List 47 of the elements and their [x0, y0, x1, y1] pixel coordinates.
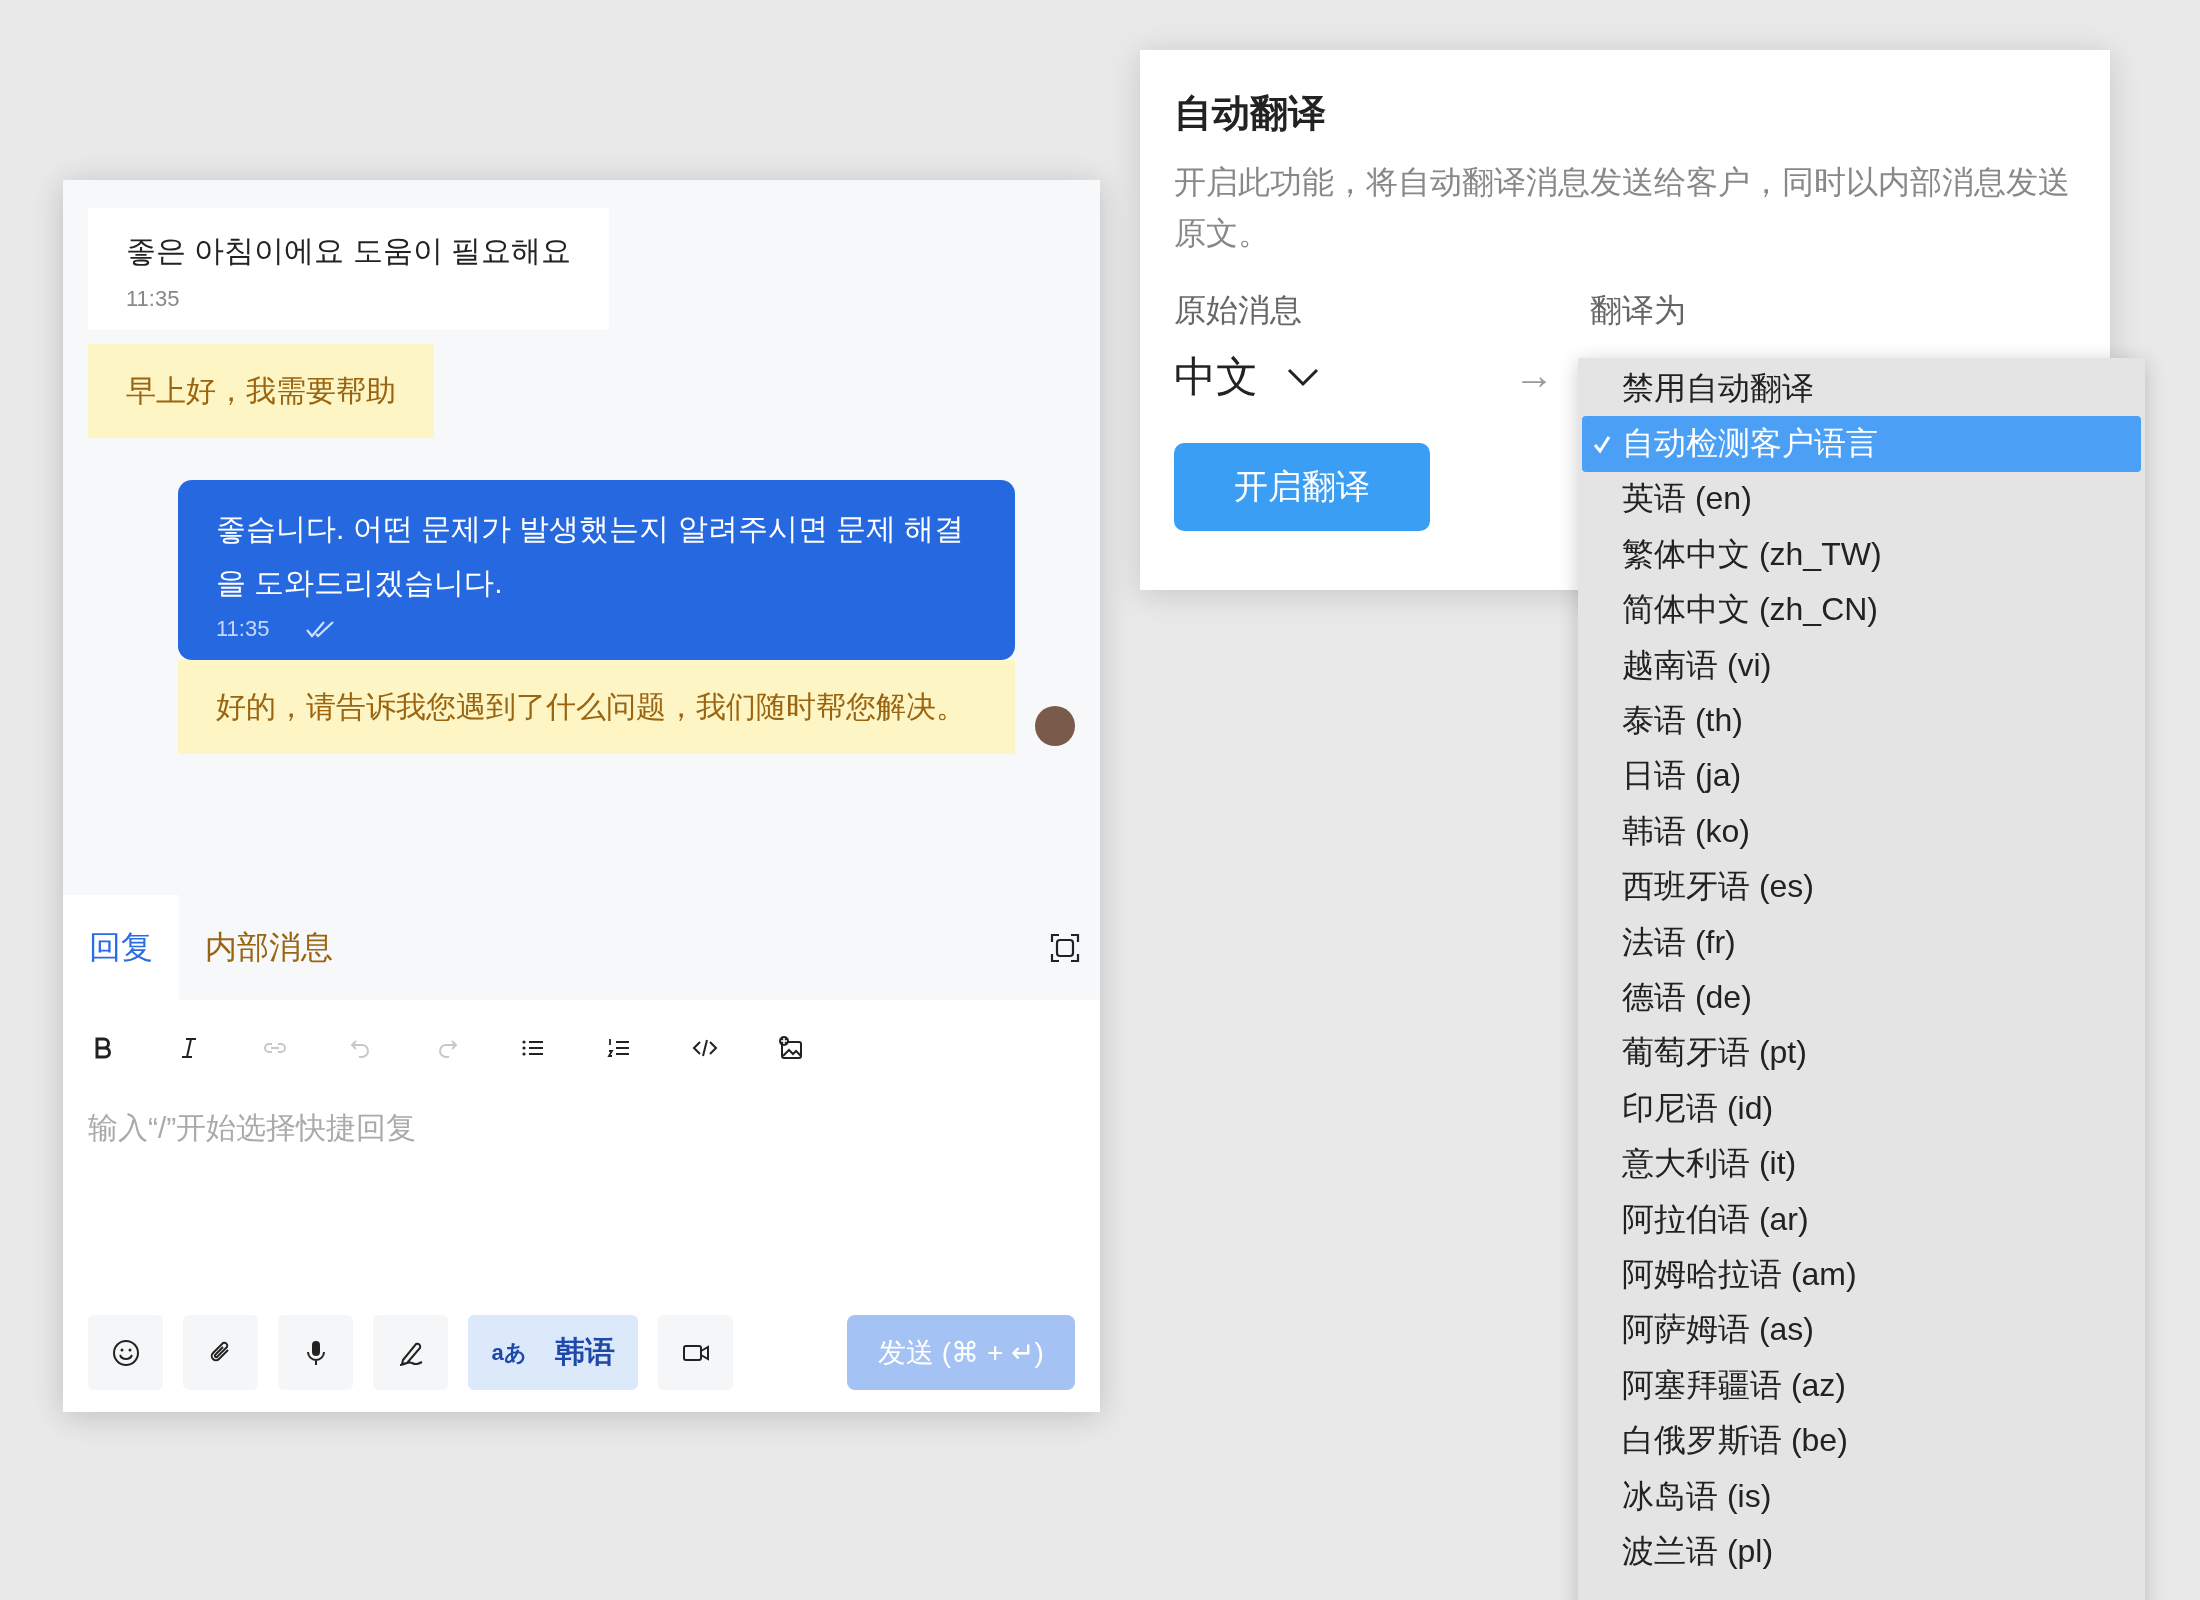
message-time: 11:35	[126, 286, 181, 312]
language-option[interactable]: 葡萄牙语 (pt)	[1582, 1025, 2141, 1082]
avatar	[1035, 706, 1075, 746]
panel-title: 自动翻译	[1174, 91, 1327, 136]
language-option[interactable]: 德语 (de)	[1582, 970, 2141, 1026]
smiley-icon	[110, 1337, 141, 1368]
language-option[interactable]: 印尼语 (id)	[1582, 1081, 2141, 1137]
image-add-icon[interactable]	[778, 1035, 804, 1061]
panel-description: 开启此功能，将自动翻译消息发送给客户，同时以内部消息发送原文。	[1174, 163, 2071, 254]
language-option[interactable]: 法语 (fr)	[1582, 914, 2141, 971]
voice-button[interactable]	[278, 1315, 353, 1390]
language-option[interactable]: 韩语 (ko)	[1582, 804, 2141, 860]
emoji-button[interactable]	[88, 1315, 163, 1390]
source-language-select[interactable]: 中文	[1174, 349, 1320, 406]
language-option[interactable]: 白俄罗斯语 (be)	[1582, 1413, 2141, 1469]
language-option[interactable]: 阿萨姆语 (as)	[1582, 1302, 2141, 1359]
language-option[interactable]: 简体中文 (zh_CN)	[1582, 582, 2141, 638]
video-button[interactable]	[658, 1315, 733, 1390]
language-option[interactable]: 意大利语 (it)	[1582, 1136, 2141, 1192]
reply-input-field[interactable]: 输入“/”开始选择快捷回复	[88, 1111, 1075, 1145]
language-option[interactable]: 繁体中文 (zh_TW)	[1582, 527, 2141, 583]
arrow-text: →	[1514, 353, 1555, 400]
message-text: 좋습니다. 어떤 문제가 발생했는지 알려주시면 문제 해결을 도와드리겠습니다.	[216, 511, 966, 601]
language-option[interactable]: 西班牙语 (es)	[1582, 859, 2141, 915]
signature-button[interactable]	[373, 1315, 448, 1390]
language-option[interactable]: 越南语 (vi)	[1582, 637, 2141, 694]
attach-button[interactable]	[183, 1315, 258, 1390]
translation-text: 早上好，我需要帮助	[126, 374, 396, 407]
language-option[interactable]: 波兰语 (pl)	[1582, 1524, 2141, 1580]
tab[interactable]: 内部消息	[179, 895, 359, 1000]
language-option[interactable]: 阿拉伯语 (ar)	[1582, 1191, 2141, 1248]
language-option[interactable]: 冰岛语 (is)	[1582, 1468, 2141, 1525]
language-option[interactable]: 泰语 (th)	[1582, 693, 2141, 749]
tab[interactable]: 回复	[63, 895, 179, 1000]
language-option[interactable]: 阿塞拜疆语 (az)	[1582, 1358, 2141, 1414]
language-option[interactable]: 英语 (en)	[1582, 471, 2141, 528]
language-option[interactable]: 禁用自动翻译	[1582, 361, 2141, 417]
language-option[interactable]: 阿姆哈拉语 (am)	[1582, 1247, 2141, 1303]
field-label: 翻译为	[1590, 291, 1686, 331]
chevron-down-icon	[1286, 367, 1320, 388]
field-label: 原始消息	[1174, 291, 1302, 331]
message-time: 11:35	[216, 616, 270, 642]
language-option[interactable]: 日语 (ja)	[1582, 748, 2141, 805]
message-text: 좋은 아침이에요 도움이 필요해요	[126, 233, 571, 269]
translation-text: 好的，请告诉我您遇到了什么问题，我们随时帮您解决。	[216, 690, 966, 723]
translate-button[interactable]: aあ 韩语	[468, 1315, 638, 1390]
fullscreen-icon[interactable]	[1050, 932, 1080, 963]
